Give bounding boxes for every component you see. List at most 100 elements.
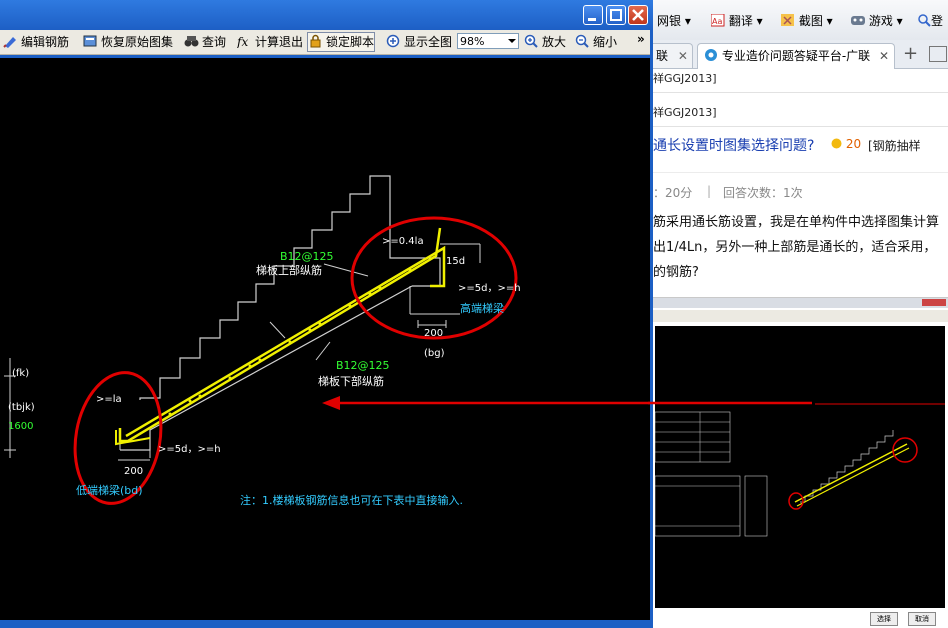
toolbar-overflow-icon[interactable]: » bbox=[637, 30, 645, 48]
highlight-ellipse-top bbox=[350, 216, 518, 340]
reward-badge: 20 bbox=[831, 137, 861, 151]
query-button[interactable]: 查询 bbox=[184, 33, 226, 51]
chevron-down-icon bbox=[508, 39, 516, 43]
restore-atlas-label: 恢复原始图集 bbox=[101, 35, 174, 49]
dim-5d-h-top: >=5d，>=h bbox=[458, 283, 521, 294]
menu-login-label: 登 bbox=[931, 14, 944, 28]
thumb-drawing bbox=[655, 403, 945, 537]
menu-screenshot-label: 截图 bbox=[798, 14, 823, 28]
fk-label: (fk) bbox=[12, 368, 29, 379]
high-beam-label: 高端梯梁 bbox=[460, 301, 504, 315]
new-tab-button[interactable]: + bbox=[903, 43, 918, 64]
question-body-2: 出1/4Ln，另外一种上部筋是通长的，适合采用， bbox=[653, 240, 937, 255]
edit-rebar-label: 编辑钢筋 bbox=[21, 35, 70, 49]
question-body-1: 筋采用通长筋设置，我是在单构件中选择图集计算 bbox=[653, 215, 940, 230]
attached-screenshot[interactable]: 选择 取消 bbox=[653, 297, 948, 628]
lock-script-button[interactable]: 锁定脚本 bbox=[307, 32, 376, 52]
menu-games[interactable]: 游戏 ▾ bbox=[851, 12, 903, 29]
menu-netbank[interactable]: 网银 ▾ bbox=[657, 12, 691, 29]
stair-outline bbox=[139, 175, 441, 400]
show-full-button[interactable]: 显示全图 bbox=[386, 33, 452, 51]
stats-score: ：20分 bbox=[653, 186, 693, 200]
tab-list-icon[interactable] bbox=[929, 46, 947, 62]
bottom-rebar-label: 梯板下部纵筋 bbox=[318, 374, 384, 388]
coin-icon bbox=[831, 138, 842, 149]
question-title[interactable]: 通长设置时图集选择问题? bbox=[653, 135, 814, 155]
bottom-rebar-spec: B12@125 bbox=[336, 359, 390, 372]
pencil-icon bbox=[3, 37, 16, 48]
query-label: 查询 bbox=[202, 35, 227, 49]
show-full-label: 显示全图 bbox=[404, 35, 453, 49]
close-icon bbox=[632, 9, 644, 21]
bg-label: (bg) bbox=[424, 348, 445, 359]
menu-games-label: 游戏 bbox=[868, 14, 893, 28]
dim-la: >=la bbox=[96, 394, 122, 405]
tbjk-label: (tbjk) bbox=[8, 402, 35, 413]
menu-screenshot[interactable]: 截图 ▾ bbox=[781, 12, 833, 29]
minimize-icon bbox=[588, 18, 596, 21]
lock-icon bbox=[310, 34, 321, 48]
drawing-canvas[interactable]: B12@125 梯板上部纵筋 B12@125 梯板下部纵筋 >=0.4la 15… bbox=[0, 58, 650, 620]
browser-menubar: 网银 ▾ Aa 翻译 ▾ 截图 ▾ 游戏 ▾ 登 bbox=[653, 0, 948, 41]
thumb-confirm-button: 选择 bbox=[870, 612, 898, 626]
edit-rebar-button[interactable]: 编辑钢筋 bbox=[3, 33, 69, 51]
lock-script-label: 锁定脚本 bbox=[326, 35, 375, 49]
zoom-out-label: 缩小 bbox=[593, 35, 618, 49]
tab-active-title: 专业造价问题答疑平台-广联 bbox=[721, 49, 871, 63]
calc-exit-label: 计算退出 bbox=[255, 35, 304, 49]
thumb-close-icon bbox=[922, 299, 946, 306]
menu-netbank-label: 网银 bbox=[657, 14, 682, 28]
menu-translate-label: 翻译 bbox=[728, 14, 753, 28]
tab-inactive[interactable]: 联 ✕ bbox=[653, 43, 693, 68]
thumb-titlebar bbox=[653, 298, 948, 308]
dim-04la: >=0.4la bbox=[382, 236, 424, 247]
dim-15d: 15d bbox=[446, 256, 465, 267]
zoom-out-icon bbox=[575, 34, 589, 48]
tab-active-close-icon[interactable]: ✕ bbox=[879, 44, 889, 69]
close-button[interactable] bbox=[628, 5, 648, 25]
calc-exit-button[interactable]: fx 计算退出 bbox=[237, 33, 303, 51]
thumb-cancel-button: 取消 bbox=[908, 612, 936, 626]
browser-window: 网银 ▾ Aa 翻译 ▾ 截图 ▾ 游戏 ▾ 登 联 ✕ 专业造价问题答疑平台-… bbox=[653, 0, 948, 628]
atlas-icon bbox=[83, 35, 97, 47]
site-favicon-icon bbox=[705, 49, 717, 61]
zoom-in-label: 放大 bbox=[542, 35, 567, 49]
browser-tabbar: 联 ✕ 专业造价问题答疑平台-广联 ✕ + bbox=[653, 40, 948, 69]
drawing-note: 注：1.楼梯板钢筋信息也可在下表中直接输入. bbox=[240, 493, 463, 507]
breadcrumb-line-1[interactable]: 祥GGJ2013] bbox=[653, 70, 717, 86]
tick-mark bbox=[269, 321, 286, 339]
search-user-icon bbox=[918, 14, 931, 27]
menu-translate[interactable]: Aa 翻译 ▾ bbox=[710, 12, 763, 29]
bottom-rebar-leader bbox=[315, 341, 331, 361]
svg-text:Aa: Aa bbox=[712, 17, 722, 26]
question-body-3: 的钢筋? bbox=[653, 265, 699, 280]
translate-icon: Aa bbox=[710, 13, 725, 27]
divider-1 bbox=[653, 92, 948, 93]
top-rebar-leader bbox=[323, 263, 369, 277]
red-arrow-head bbox=[322, 396, 340, 410]
window-titlebar bbox=[0, 0, 653, 30]
tab-active[interactable]: 专业造价问题答疑平台-广联 ✕ bbox=[697, 43, 895, 69]
app-window: 编辑钢筋 恢复原始图集 查询 fx 计算退出 锁定脚本 显示全图 98% 放大 缩… bbox=[0, 0, 653, 628]
scissors-icon bbox=[781, 14, 794, 26]
stats-separator: | bbox=[707, 184, 712, 198]
binoculars-icon bbox=[184, 36, 199, 47]
tab-close-icon[interactable]: ✕ bbox=[678, 49, 688, 63]
zoom-select[interactable]: 98% bbox=[457, 33, 519, 49]
divider-2 bbox=[653, 126, 948, 127]
zoom-out-button[interactable]: 缩小 bbox=[575, 33, 617, 51]
menu-login[interactable]: 登 bbox=[918, 12, 943, 29]
maximize-button[interactable] bbox=[606, 5, 626, 25]
zoom-value: 98% bbox=[460, 35, 485, 48]
thumb-toolbar bbox=[653, 310, 948, 322]
red-arrow-extension bbox=[648, 401, 812, 405]
breadcrumb-line-2[interactable]: 祥GGJ2013] bbox=[653, 104, 717, 120]
restore-atlas-button[interactable]: 恢复原始图集 bbox=[83, 33, 173, 51]
question-tag[interactable]: [钢筋抽样 bbox=[868, 137, 921, 154]
gamepad-icon bbox=[851, 16, 865, 25]
minimize-button[interactable] bbox=[583, 5, 603, 25]
divider-3 bbox=[653, 172, 948, 173]
zoom-in-button[interactable]: 放大 bbox=[524, 33, 566, 51]
top-rebar-label: 梯板上部纵筋 bbox=[256, 263, 322, 277]
width-1600: 1600 bbox=[8, 421, 33, 432]
